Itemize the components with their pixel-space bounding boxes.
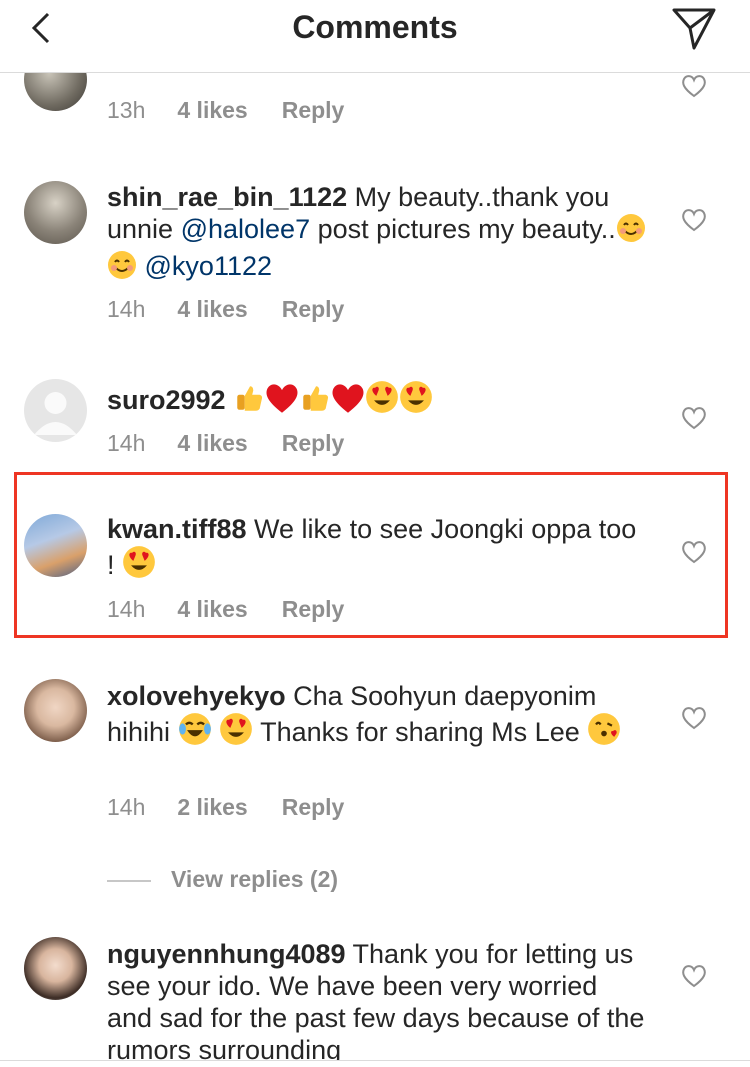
highlight-box: [14, 472, 728, 638]
avatar[interactable]: [24, 937, 87, 1000]
comment-text: suro2992: [107, 380, 647, 421]
reply-button[interactable]: Reply: [282, 794, 345, 820]
comment-text: nguyennhung4089 Thank you for letting us…: [107, 939, 645, 1060]
likes-link[interactable]: 4 likes: [177, 97, 247, 123]
mention-link[interactable]: @kyo1122: [145, 251, 273, 281]
heart-eyes-emoji: [365, 380, 399, 421]
smiling-face-emoji: [107, 250, 137, 287]
face-blowing-kiss-emoji: [587, 712, 621, 753]
avatar[interactable]: [24, 679, 87, 742]
heart-eyes-emoji: [399, 380, 433, 421]
username-link[interactable]: xolovehyekyo: [107, 681, 286, 711]
mention-link[interactable]: @halolee7: [181, 214, 311, 244]
comment-time: 14h: [107, 430, 146, 456]
reply-button[interactable]: Reply: [282, 430, 345, 456]
comment-text: xolovehyekyo Cha Soohyun daepyonim hihih…: [107, 680, 647, 753]
reply-button[interactable]: Reply: [282, 296, 345, 322]
avatar-placeholder[interactable]: [24, 379, 87, 442]
heart-icon[interactable]: [681, 74, 707, 98]
username-link[interactable]: shin_rae_bin_1122: [107, 182, 347, 212]
smiling-face-emoji: [616, 213, 646, 250]
heart-eyes-emoji: [219, 712, 253, 753]
comment-meta: 14h 4 likes Reply: [107, 430, 344, 457]
comment-meta: 14h 2 likes Reply: [107, 794, 344, 821]
tears-of-joy-emoji: [178, 712, 212, 753]
comment-meta: 13h 4 likes Reply: [107, 97, 344, 124]
page-title: Comments: [292, 9, 458, 45]
comment-meta: 14h 4 likes Reply: [107, 296, 344, 323]
comment-time: 14h: [107, 794, 146, 820]
reply-button[interactable]: Reply: [282, 97, 345, 123]
username-link[interactable]: suro2992: [107, 385, 226, 415]
thumbs-up-emoji: [233, 382, 265, 421]
likes-link[interactable]: 4 likes: [177, 296, 247, 322]
comment-time: 13h: [107, 97, 146, 123]
username-link[interactable]: nguyennhung4089: [107, 939, 346, 969]
comment-time: 14h: [107, 296, 146, 322]
heart-icon[interactable]: [681, 406, 707, 430]
red-heart-emoji: [331, 382, 365, 421]
red-heart-emoji: [265, 382, 299, 421]
comment-text: shin_rae_bin_1122 My beauty..thank you u…: [107, 181, 647, 287]
thumbs-up-emoji: [299, 382, 331, 421]
paper-plane-icon[interactable]: [668, 4, 720, 52]
heart-icon[interactable]: [681, 706, 707, 730]
avatar[interactable]: [24, 181, 87, 244]
view-replies-button[interactable]: View replies (2): [107, 866, 338, 893]
heart-icon[interactable]: [681, 208, 707, 232]
heart-icon[interactable]: [681, 964, 707, 988]
likes-link[interactable]: 4 likes: [177, 430, 247, 456]
likes-link[interactable]: 2 likes: [177, 794, 247, 820]
header-bar: Comments: [0, 0, 750, 73]
divider-line: [107, 879, 151, 882]
